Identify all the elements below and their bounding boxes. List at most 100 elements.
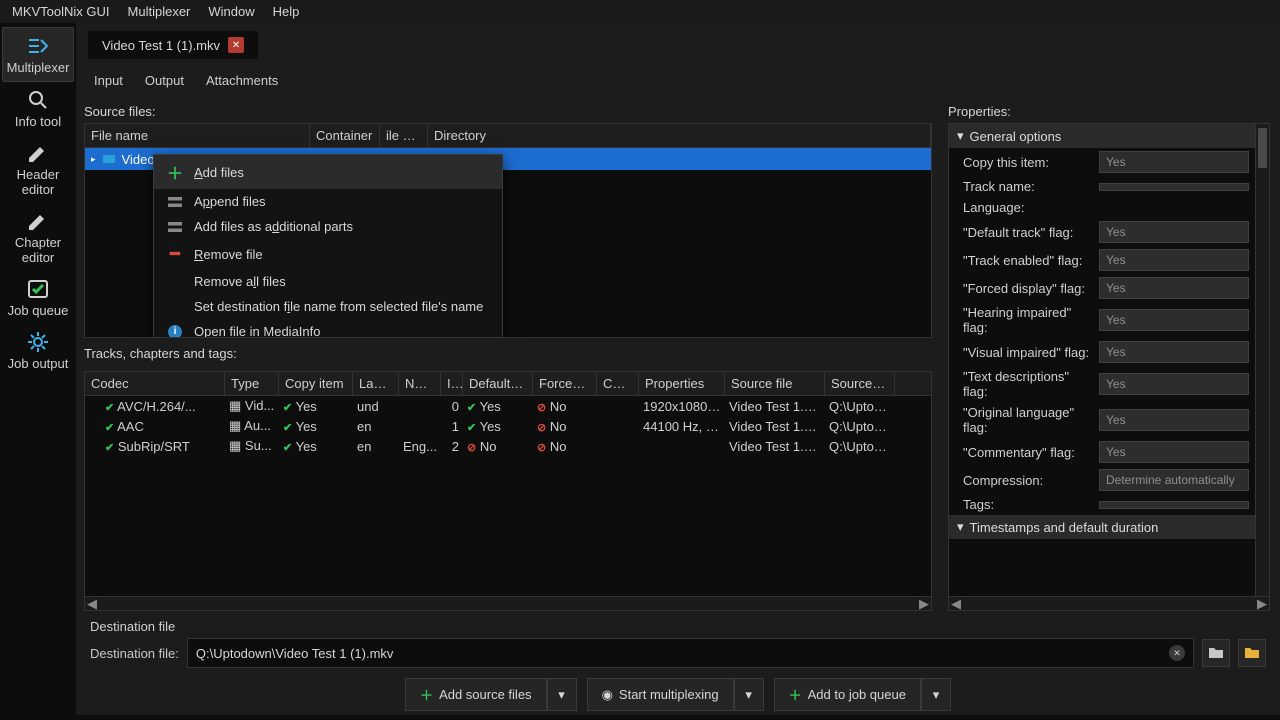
add-to-job-queue-button[interactable]: ＋ Add to job queue (774, 678, 921, 711)
start-multiplexing-button[interactable]: ◉ Start multiplexing (587, 678, 734, 711)
sidebar-info-tool[interactable]: Info tool (2, 82, 74, 135)
menu-window[interactable]: Window (208, 4, 254, 19)
sidebar-label: Multiplexer (7, 60, 70, 75)
property-field[interactable]: Yes (1099, 151, 1249, 173)
property-label: "Text descriptions" flag: (963, 369, 1093, 399)
property-field[interactable]: Determine automatically (1099, 469, 1249, 491)
sidebar-job-queue[interactable]: Job queue (2, 271, 74, 324)
col-directory[interactable]: Directory (428, 124, 931, 147)
properties-section-header[interactable]: ▾General options (949, 124, 1255, 148)
destination-section-label: Destination file (90, 619, 1266, 634)
context-menu-item[interactable]: ＋ Add files (154, 155, 502, 189)
tab-output[interactable]: Output (143, 69, 186, 92)
horizontal-scrollbar[interactable]: ◀▶ (85, 596, 931, 610)
property-label: Language: (963, 200, 1093, 215)
property-label: "Visual impaired" flag: (963, 345, 1093, 360)
context-menu-icon (166, 222, 184, 232)
sidebar-chapter-editor[interactable]: Chapter editor (2, 203, 74, 271)
document-tab-title: Video Test 1 (1).mkv (102, 38, 220, 53)
context-menu-label: Set destination file name from selected … (194, 299, 483, 314)
sidebar-multiplexer[interactable]: Multiplexer (2, 27, 74, 82)
vertical-scrollbar[interactable] (1255, 124, 1269, 596)
col-container[interactable]: Container (310, 124, 380, 147)
property-field[interactable]: Yes (1099, 221, 1249, 243)
context-menu-item[interactable]: Remove all files (154, 269, 502, 294)
property-field[interactable]: Yes (1099, 409, 1249, 431)
horizontal-scrollbar[interactable]: ◀▶ (948, 597, 1270, 611)
track-row[interactable]: ✔ SubRip/SRT ▦ Su... ✔ Yes en Eng... 2 ⊘… (85, 436, 931, 456)
check-icon (26, 277, 50, 301)
context-menu-icon: ━ (166, 244, 184, 264)
tracks-col[interactable]: Source file (825, 372, 895, 395)
context-menu-item[interactable]: Append files (154, 189, 502, 214)
tracks-col[interactable]: Forced dis (533, 372, 597, 395)
menu-multiplexer[interactable]: Multiplexer (128, 4, 191, 19)
tracks-col[interactable]: Chara (597, 372, 639, 395)
property-row: "Hearing impaired" flag: Yes (949, 302, 1255, 338)
clear-icon[interactable]: ✕ (1169, 645, 1185, 661)
destination-file-input[interactable]: Q:\Uptodown\Video Test 1 (1).mkv ✕ (187, 638, 1194, 668)
tab-input[interactable]: Input (92, 69, 125, 92)
document-tab[interactable]: Video Test 1 (1).mkv ✕ (88, 31, 258, 59)
properties-panel: ▾General options Copy this item: Yes Tra… (948, 123, 1270, 597)
context-menu-item[interactable]: Add files as additional parts (154, 214, 502, 239)
property-field[interactable] (1099, 183, 1249, 191)
destination-section: Destination file Destination file: Q:\Up… (76, 611, 1280, 668)
tracks-col[interactable]: Source file (725, 372, 825, 395)
context-menu-label: Add files as additional parts (194, 219, 353, 234)
col-filename[interactable]: File name (85, 124, 310, 147)
plus-icon: ＋ (420, 685, 433, 704)
action-bar: ＋ Add source files ▾ ◉ Start multiplexin… (76, 668, 1280, 715)
track-row[interactable]: ✔ AAC ▦ Au... ✔ Yes en 1 ✔ Yes ⊘ No 4410… (85, 416, 931, 436)
add-to-job-queue-dropdown[interactable]: ▾ (921, 678, 951, 711)
tab-attachments[interactable]: Attachments (204, 69, 280, 92)
context-menu-item[interactable]: i Open file in MediaInfo (154, 319, 502, 338)
sub-tabs: Input Output Attachments (76, 59, 1280, 98)
property-label: "Track enabled" flag: (963, 253, 1093, 268)
property-field[interactable]: Yes (1099, 441, 1249, 463)
chevron-down-icon: ▾ (957, 519, 964, 535)
start-multiplexing-dropdown[interactable]: ▾ (734, 678, 764, 711)
property-row: "Forced display" flag: Yes (949, 274, 1255, 302)
document-tabs: Video Test 1 (1).mkv ✕ (76, 23, 1280, 59)
tracks-col[interactable]: Default trac (463, 372, 533, 395)
context-menu-item[interactable]: Set destination file name from selected … (154, 294, 502, 319)
property-row: Copy this item: Yes (949, 148, 1255, 176)
recent-destination-button[interactable] (1238, 639, 1266, 667)
tracks-col[interactable]: Type (225, 372, 279, 395)
tracks-col[interactable]: Langu (353, 372, 399, 395)
sidebar-label: Job queue (8, 303, 69, 318)
tracks-col[interactable]: ID (441, 372, 463, 395)
close-tab-button[interactable]: ✕ (228, 37, 244, 53)
property-field[interactable]: Yes (1099, 373, 1249, 395)
button-label: Add source files (439, 687, 532, 702)
col-size[interactable]: ile size (380, 124, 428, 147)
browse-folder-button[interactable] (1202, 639, 1230, 667)
property-field[interactable]: Yes (1099, 309, 1249, 331)
property-field[interactable]: Yes (1099, 341, 1249, 363)
track-row[interactable]: ✔ AVC/H.264/... ▦ Vid... ✔ Yes und 0 ✔ Y… (85, 396, 931, 416)
property-field[interactable]: Yes (1099, 249, 1249, 271)
property-row: "Default track" flag: Yes (949, 218, 1255, 246)
tracks-col[interactable]: Codec (85, 372, 225, 395)
chevron-down-icon: ▾ (933, 687, 940, 703)
app-title: MKVToolNix GUI (12, 4, 110, 19)
property-field[interactable]: Yes (1099, 277, 1249, 299)
menu-help[interactable]: Help (273, 4, 300, 19)
tracks-col[interactable]: Properties (639, 372, 725, 395)
expand-icon: ▸ (91, 154, 96, 165)
tracks-col[interactable]: Name (399, 372, 441, 395)
context-menu-item[interactable]: ━ Remove file (154, 239, 502, 269)
chevron-down-icon: ▾ (745, 687, 752, 703)
add-source-files-dropdown[interactable]: ▾ (547, 678, 577, 711)
multiplexer-icon (26, 34, 50, 58)
tracks-col[interactable]: Copy item (279, 372, 353, 395)
property-field[interactable] (1099, 501, 1249, 509)
tool-sidebar: Multiplexer Info tool Header editor Chap… (0, 23, 76, 715)
sidebar-job-output[interactable]: Job output (2, 324, 74, 377)
add-source-files-button[interactable]: ＋ Add source files (405, 678, 547, 711)
property-row: "Track enabled" flag: Yes (949, 246, 1255, 274)
properties-section-header[interactable]: ▾Timestamps and default duration (949, 515, 1255, 539)
sidebar-header-editor[interactable]: Header editor (2, 135, 74, 203)
property-value[interactable] (1099, 205, 1249, 211)
